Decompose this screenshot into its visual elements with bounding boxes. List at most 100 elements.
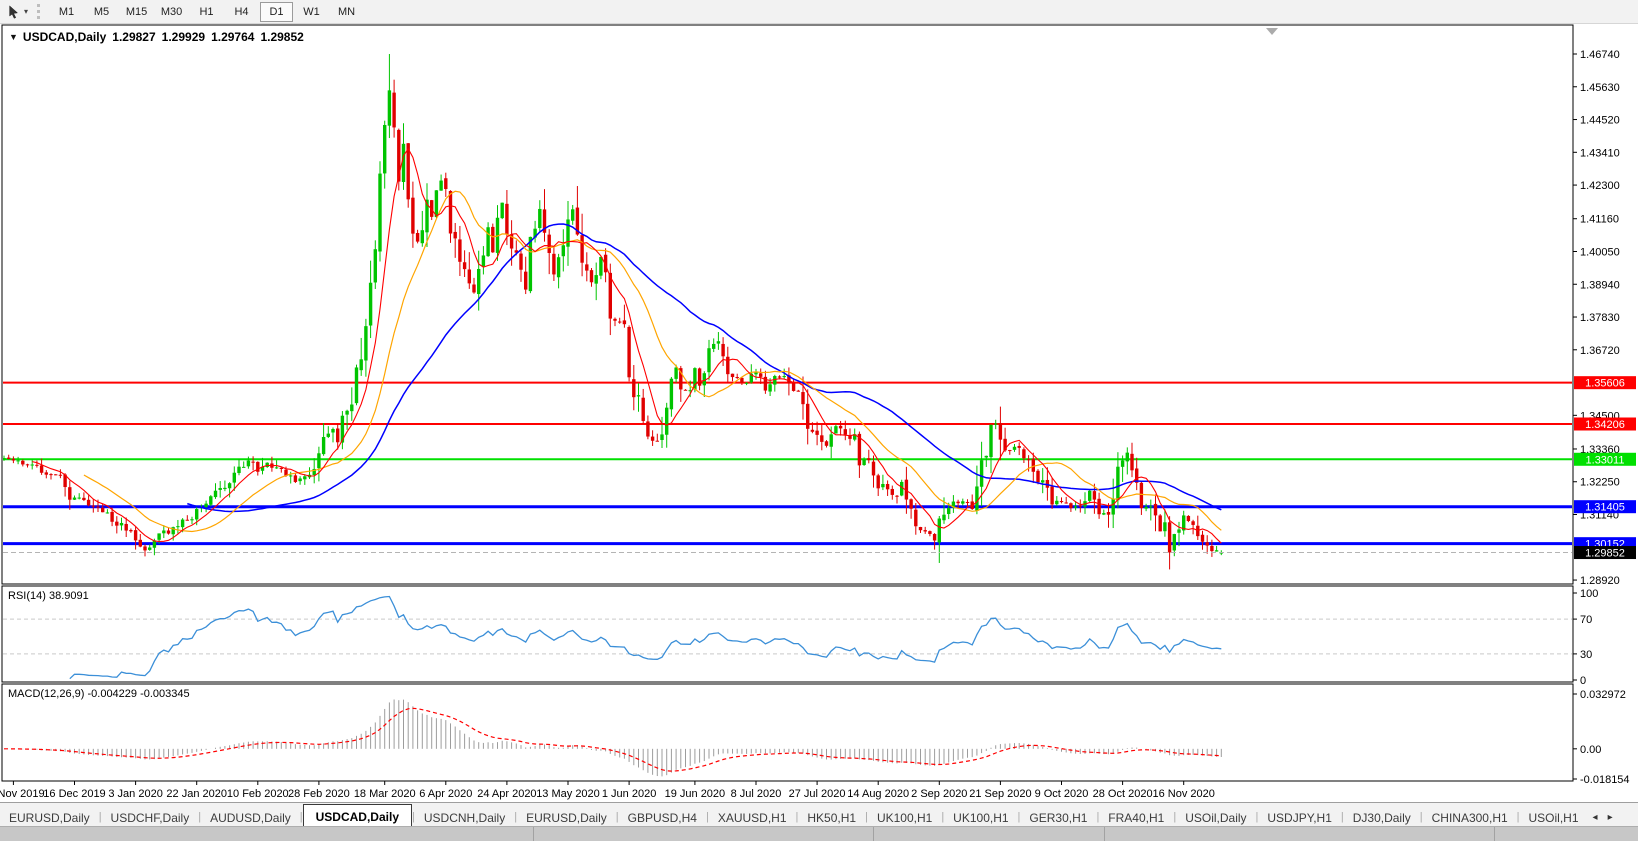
timeframe-button-h1[interactable]: H1: [190, 2, 223, 22]
svg-text:1.36720: 1.36720: [1580, 345, 1620, 357]
price-level-badge: 1.34206: [1574, 418, 1636, 432]
chevron-down-icon[interactable]: ▾: [24, 7, 28, 16]
price-level-badge: 1.33011: [1574, 453, 1636, 467]
svg-text:1 Jun 2020: 1 Jun 2020: [602, 788, 656, 800]
price-level-badge: 1.29852: [1574, 546, 1636, 560]
svg-text:70: 70: [1580, 614, 1592, 626]
svg-text:-0.018154: -0.018154: [1580, 774, 1630, 786]
svg-text:0: 0: [1580, 675, 1586, 687]
svg-text:21 Sep 2020: 21 Sep 2020: [969, 788, 1031, 800]
timeframe-button-d1[interactable]: D1: [260, 2, 293, 22]
svg-text:22 Jan 2020: 22 Jan 2020: [166, 788, 227, 800]
chart-tab-usdjpy-h1[interactable]: USDJPY,H1: [1258, 807, 1340, 827]
svg-text:1.29852: 1.29852: [1585, 548, 1625, 560]
svg-text:6 Apr 2020: 6 Apr 2020: [419, 788, 472, 800]
svg-text:28 Feb 2020: 28 Feb 2020: [288, 788, 350, 800]
svg-text:18 Mar 2020: 18 Mar 2020: [354, 788, 416, 800]
quote-open: 1.29827: [112, 30, 155, 44]
svg-text:100: 100: [1580, 588, 1598, 600]
chart-title: ▼ USDCAD,Daily 1.29827 1.29929 1.29764 1.2985…: [9, 30, 304, 44]
strip-segment: [1105, 827, 1495, 841]
timeframe-buttons: M1M5M15M30H1H4D1W1MN: [49, 2, 364, 22]
bottom-strip: [0, 826, 1638, 841]
svg-text:2 Sep 2020: 2 Sep 2020: [911, 788, 967, 800]
timeframe-button-m30[interactable]: M30: [155, 2, 188, 22]
timeframe-button-m15[interactable]: M15: [120, 2, 153, 22]
svg-text:1.44520: 1.44520: [1580, 115, 1620, 127]
chart-tab-eurusd-daily[interactable]: EURUSD,Daily: [0, 807, 99, 827]
svg-text:1.32250: 1.32250: [1580, 477, 1620, 489]
timeframe-button-w1[interactable]: W1: [295, 2, 328, 22]
chart-tab-uk100-h1[interactable]: UK100,H1: [868, 807, 941, 827]
svg-text:27 Nov 2019: 27 Nov 2019: [0, 788, 45, 800]
svg-text:19 Jun 2020: 19 Jun 2020: [665, 788, 726, 800]
tab-scroll-left-icon[interactable]: ◂: [1588, 812, 1603, 823]
chart-tab-bar: EURUSD,Daily|USDCHF,Daily|AUDUSD,Daily|U…: [0, 802, 1638, 827]
svg-text:24 Apr 2020: 24 Apr 2020: [477, 788, 536, 800]
chart-tab-dj30-daily[interactable]: DJ30,Daily: [1344, 807, 1420, 827]
strip-segment: [0, 827, 534, 841]
svg-text:1.34206: 1.34206: [1585, 419, 1625, 431]
svg-text:3 Jan 2020: 3 Jan 2020: [108, 788, 162, 800]
svg-text:27 Jul 2020: 27 Jul 2020: [789, 788, 846, 800]
strip-segment: [534, 827, 874, 841]
svg-text:1.41160: 1.41160: [1580, 214, 1619, 226]
chart-tab-gbpusd-h4[interactable]: GBPUSD,H4: [619, 807, 706, 827]
svg-text:1.43410: 1.43410: [1580, 147, 1620, 159]
rsi-name: RSI(14): [8, 590, 46, 602]
timeframe-button-mn[interactable]: MN: [330, 2, 363, 22]
chart-tab-usdcnh-daily[interactable]: USDCNH,Daily: [415, 807, 514, 827]
chart-tab-china300-h1[interactable]: CHINA300,H1: [1423, 807, 1517, 827]
svg-text:1.35606: 1.35606: [1585, 378, 1625, 390]
svg-text:1.28920: 1.28920: [1580, 575, 1620, 587]
price-level-badge: 1.35606: [1574, 376, 1636, 390]
toolbar-grip[interactable]: [37, 4, 40, 19]
chart-tab-usdcad-daily[interactable]: USDCAD,Daily: [303, 804, 412, 828]
svg-text:1.33011: 1.33011: [1586, 454, 1625, 466]
pointer-icon: [7, 5, 21, 19]
chart-tab-usoil-h1[interactable]: USOil,H1: [1520, 807, 1588, 827]
symbol-period-label: USDCAD,Daily: [23, 30, 106, 44]
svg-text:9 Oct 2020: 9 Oct 2020: [1035, 788, 1089, 800]
quote-high: 1.29929: [162, 30, 205, 44]
chart-tab-fra40-h1[interactable]: FRA40,H1: [1099, 807, 1173, 827]
timeframe-button-m5[interactable]: M5: [85, 2, 118, 22]
quote-close: 1.29852: [260, 30, 303, 44]
price-chart-canvas[interactable]: 1.46740 1.45630 1.44520 1.43410 1.42300 1.411…: [0, 0, 1638, 840]
price-level-badge: 1.31405: [1574, 500, 1636, 514]
strip-segment: [1495, 827, 1638, 841]
svg-text:16 Nov 2020: 16 Nov 2020: [1153, 788, 1215, 800]
toolbar: ▾ M1M5M15M30H1H4D1W1MN: [0, 0, 1638, 24]
chart-tab-hk50-h1[interactable]: HK50,H1: [798, 807, 865, 827]
svg-text:13 May 2020: 13 May 2020: [536, 788, 600, 800]
svg-text:14 Aug 2020: 14 Aug 2020: [847, 788, 909, 800]
tab-scroll-right-icon[interactable]: ▸: [1603, 812, 1618, 823]
price-axis: 1.46740 1.45630 1.44520 1.43410 1.42300 1.411…: [1573, 25, 1636, 781]
svg-text:1.42300: 1.42300: [1580, 180, 1620, 192]
svg-text:1.46740: 1.46740: [1580, 49, 1620, 61]
svg-text:1.45630: 1.45630: [1580, 82, 1620, 94]
svg-text:0.00: 0.00: [1580, 744, 1601, 756]
chart-tab-audusd-daily[interactable]: AUDUSD,Daily: [201, 807, 300, 827]
collapse-chart-icon[interactable]: ▼: [9, 32, 18, 42]
chart-tab-ger30-h1[interactable]: GER30,H1: [1020, 807, 1096, 827]
chart-tab-eurusd-daily[interactable]: EURUSD,Daily: [517, 807, 616, 827]
mt4-terminal: { "toolbar": { "timeframes": ["M1","M5",…: [0, 0, 1638, 840]
chart-tab-usdchf-daily[interactable]: USDCHF,Daily: [102, 807, 199, 827]
svg-text:0.032972: 0.032972: [1580, 689, 1626, 701]
macd-indicator-label: MACD(12,26,9) -0.004229 -0.003345: [8, 688, 190, 700]
svg-text:1.31405: 1.31405: [1585, 502, 1625, 514]
macd-main-value: -0.004229: [87, 688, 137, 700]
quote-low: 1.29764: [211, 30, 254, 44]
chart-tab-usoil-daily[interactable]: USOil,Daily: [1176, 807, 1255, 827]
rsi-indicator-label: RSI(14) 38.9091: [8, 590, 89, 602]
timeframe-button-h4[interactable]: H4: [225, 2, 258, 22]
date-axis: 27 Nov 201916 Dec 20193 Jan 202022 Jan 2…: [0, 781, 1215, 800]
chart-tab-uk100-h1[interactable]: UK100,H1: [944, 807, 1017, 827]
svg-text:1.38940: 1.38940: [1580, 279, 1620, 291]
timeframe-button-m1[interactable]: M1: [50, 2, 83, 22]
chart-tab-xauusd-h1[interactable]: XAUUSD,H1: [709, 807, 796, 827]
svg-text:30: 30: [1580, 649, 1592, 661]
strip-segment: [874, 827, 1105, 841]
cursor-tool-button[interactable]: ▾: [5, 3, 30, 21]
